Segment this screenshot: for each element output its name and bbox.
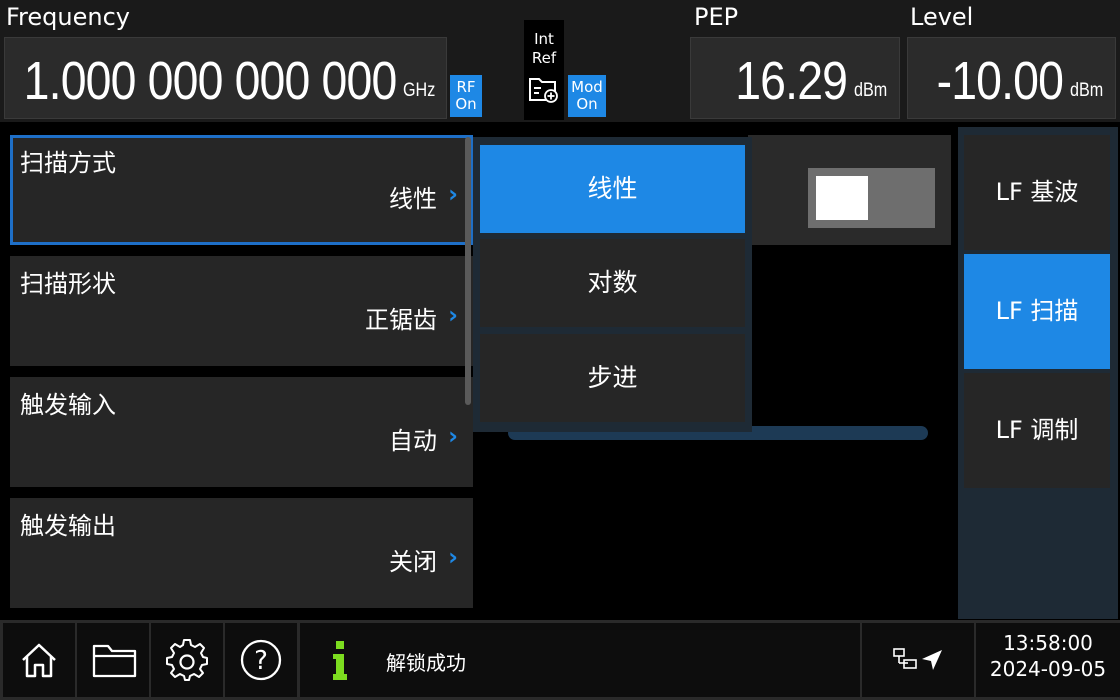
mod-badge-line1: Mod <box>571 78 603 96</box>
menu-item-value: 正锯齿 <box>365 306 437 334</box>
file-button[interactable] <box>77 623 149 697</box>
status-header: Frequency 1.000 000 000 000 GHz RF On In… <box>0 0 1120 122</box>
clock-time: 13:58:00 <box>1003 631 1093 655</box>
mod-on-badge[interactable]: Mod On <box>568 75 606 117</box>
toggle-knob <box>816 176 868 220</box>
ref-line1: Int <box>534 30 554 48</box>
frequency-value: 1.000 000 000 000 <box>23 51 397 111</box>
settings-button[interactable] <box>151 623 223 697</box>
menu-item-value: 关闭 <box>389 548 437 576</box>
mod-badge-line2: On <box>576 95 598 113</box>
rf-badge-line1: RF <box>456 78 476 96</box>
clock-date: 2024-09-05 <box>989 657 1107 681</box>
menu-scrollbar[interactable] <box>465 137 471 405</box>
clock: 13:58:00 2024-09-05 <box>976 623 1120 697</box>
reference-indicator: Int Ref <box>524 20 564 120</box>
dropdown-option-log[interactable]: 对数 <box>480 239 745 327</box>
frequency-label: Frequency <box>6 3 130 31</box>
chevron-right-icon: › <box>448 180 458 208</box>
menu-item-label: 扫描形状 <box>20 270 116 298</box>
pep-value: 16.29 <box>735 51 848 111</box>
dropdown-option-linear[interactable]: 线性 <box>480 145 745 233</box>
menu-item-value: 线性 <box>389 185 437 213</box>
tab-lf-sweep[interactable]: LF 扫描 <box>964 254 1110 369</box>
frequency-display[interactable]: 1.000 000 000 000 GHz <box>4 37 447 119</box>
level-unit: dBm <box>1070 80 1104 101</box>
frequency-unit: GHz <box>403 80 436 101</box>
pep-label: PEP <box>694 3 739 31</box>
help-button[interactable]: ? <box>225 623 297 697</box>
location-arrow-icon <box>922 650 942 670</box>
tab-lf-modulation[interactable]: LF 调制 <box>964 373 1110 488</box>
network-icon <box>893 648 917 669</box>
tab-lf-fundamental[interactable]: LF 基波 <box>964 135 1110 250</box>
svg-text:?: ? <box>254 646 268 676</box>
info-icon <box>333 641 347 680</box>
menu-item-value: 自动 <box>389 427 437 455</box>
home-icon <box>22 643 56 678</box>
chevron-right-icon: › <box>448 301 458 329</box>
menu-item-label: 触发输出 <box>20 512 116 540</box>
folder-add-icon <box>529 78 558 103</box>
menu-item-label: 扫描方式 <box>20 149 116 177</box>
chevron-right-icon: › <box>448 543 458 571</box>
status-text: 解锁成功 <box>386 651 466 675</box>
level-label: Level <box>910 3 974 31</box>
sweep-toggle[interactable] <box>808 168 935 228</box>
menu-item-label: 触发输入 <box>20 391 116 419</box>
folder-icon <box>92 644 137 678</box>
gear-icon <box>166 639 208 681</box>
trigger-input-item[interactable]: 触发输入 自动 › <box>10 377 473 487</box>
level-display[interactable]: -10.00 dBm <box>907 37 1116 119</box>
sweep-mode-item[interactable]: 扫描方式 线性 › <box>10 135 473 245</box>
dropdown-option-step[interactable]: 步进 <box>480 334 745 422</box>
ref-line2: Ref <box>531 49 557 67</box>
trigger-output-item[interactable]: 触发输出 关闭 › <box>10 498 473 608</box>
pep-unit: dBm <box>854 80 888 101</box>
rf-on-badge[interactable]: RF On <box>450 75 482 117</box>
network-status[interactable] <box>862 623 974 697</box>
status-message-bar: 解锁成功 <box>300 623 860 697</box>
home-button[interactable] <box>3 623 75 697</box>
sweep-mode-dropdown: 线性 对数 步进 <box>473 137 752 432</box>
level-value: -10.00 <box>936 51 1063 111</box>
help-icon: ? <box>240 639 282 681</box>
pep-display: 16.29 dBm <box>690 37 900 119</box>
chevron-right-icon: › <box>448 422 458 450</box>
sweep-shape-item[interactable]: 扫描形状 正锯齿 › <box>10 256 473 366</box>
rf-badge-line2: On <box>455 95 477 113</box>
